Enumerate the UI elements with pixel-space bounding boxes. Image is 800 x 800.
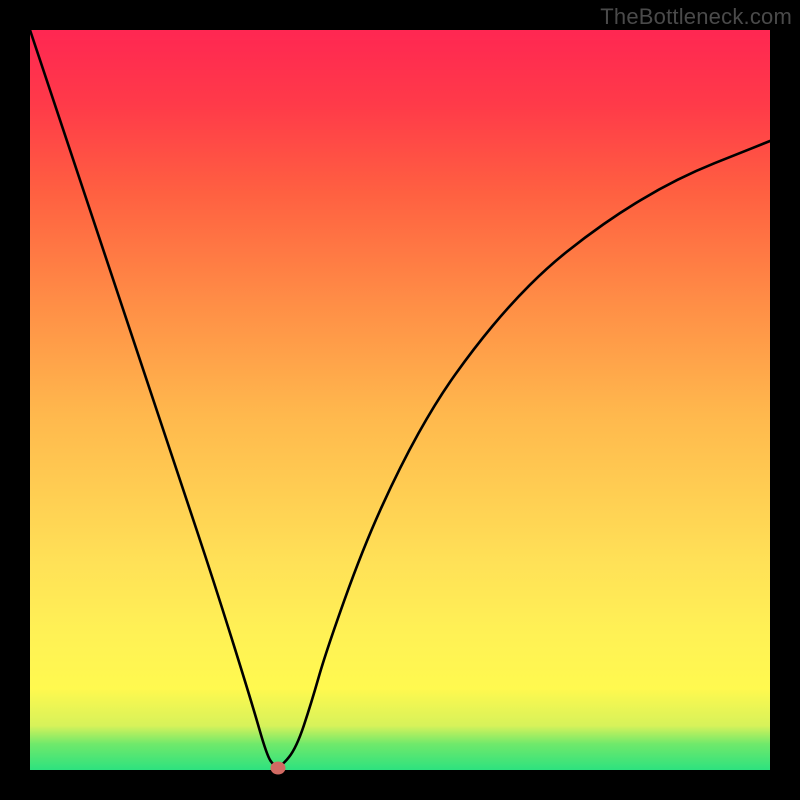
- chart-container: TheBottleneck.com: [0, 0, 800, 800]
- watermark-text: TheBottleneck.com: [600, 4, 792, 30]
- curve-svg: [30, 30, 770, 770]
- minimum-marker: [270, 761, 285, 774]
- bottleneck-curve: [30, 30, 770, 766]
- plot-area: [30, 30, 770, 770]
